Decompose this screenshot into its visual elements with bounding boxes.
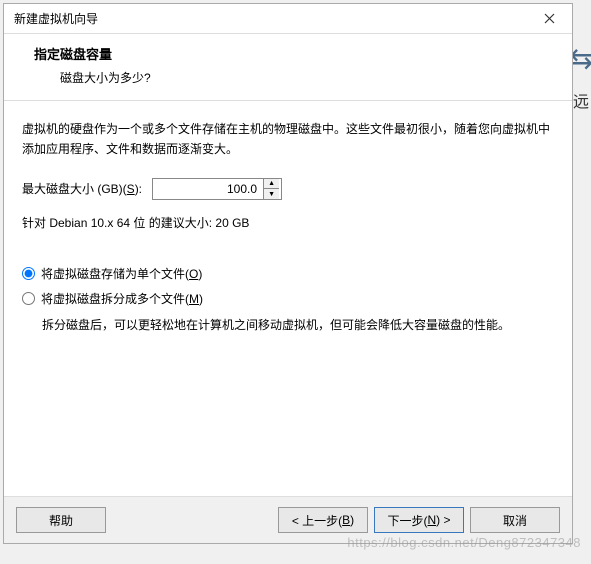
radio-single-file[interactable]: 将虚拟磁盘存储为单个文件(O) (22, 265, 554, 282)
disk-size-label: 最大磁盘大小 (GB)(S): (22, 180, 142, 197)
recommended-size-text: 针对 Debian 10.x 64 位 的建议大小: 20 GB (22, 214, 554, 231)
page-title: 指定磁盘容量 (34, 44, 552, 63)
next-button[interactable]: 下一步(N) > (374, 507, 464, 533)
radio-split-files-label: 将虚拟磁盘拆分成多个文件(M) (41, 290, 203, 307)
help-button[interactable]: 帮助 (16, 507, 106, 533)
disk-size-input[interactable] (153, 179, 263, 199)
wizard-dialog: 新建虚拟机向导 指定磁盘容量 磁盘大小为多少? 虚拟机的硬盘作为一个或多个文件存… (3, 3, 573, 544)
cancel-button[interactable]: 取消 (470, 507, 560, 533)
page-subtitle: 磁盘大小为多少? (34, 69, 552, 86)
spinner-up-button[interactable]: ▲ (264, 179, 279, 190)
spinner-down-button[interactable]: ▼ (264, 189, 279, 199)
disk-file-radio-group: 将虚拟磁盘存储为单个文件(O) 将虚拟磁盘拆分成多个文件(M) 拆分磁盘后，可以… (22, 265, 554, 335)
titlebar: 新建虚拟机向导 (4, 4, 572, 34)
close-button[interactable] (534, 7, 564, 31)
disk-size-spinner[interactable]: ▲ ▼ (152, 178, 282, 200)
split-note-text: 拆分磁盘后，可以更轻松地在计算机之间移动虚拟机，但可能会降低大容量磁盘的性能。 (22, 315, 554, 335)
close-icon (544, 13, 555, 24)
footer: 帮助 < 上一步(B) 下一步(N) > 取消 (4, 496, 572, 543)
content-area: 虚拟机的硬盘作为一个或多个文件存储在主机的物理磁盘中。这些文件最初很小，随着您向… (4, 101, 572, 496)
radio-single-file-label: 将虚拟磁盘存储为单个文件(O) (41, 265, 202, 282)
bg-partial-text: 远 (573, 88, 589, 112)
header-section: 指定磁盘容量 磁盘大小为多少? (4, 34, 572, 101)
back-button[interactable]: < 上一步(B) (278, 507, 368, 533)
description-text: 虚拟机的硬盘作为一个或多个文件存储在主机的物理磁盘中。这些文件最初很小，随着您向… (22, 119, 554, 160)
radio-single-file-input[interactable] (22, 267, 35, 280)
disk-size-row: 最大磁盘大小 (GB)(S): ▲ ▼ (22, 178, 554, 200)
window-title: 新建虚拟机向导 (14, 10, 98, 27)
radio-split-files-input[interactable] (22, 292, 35, 305)
radio-split-files[interactable]: 将虚拟磁盘拆分成多个文件(M) (22, 290, 554, 307)
